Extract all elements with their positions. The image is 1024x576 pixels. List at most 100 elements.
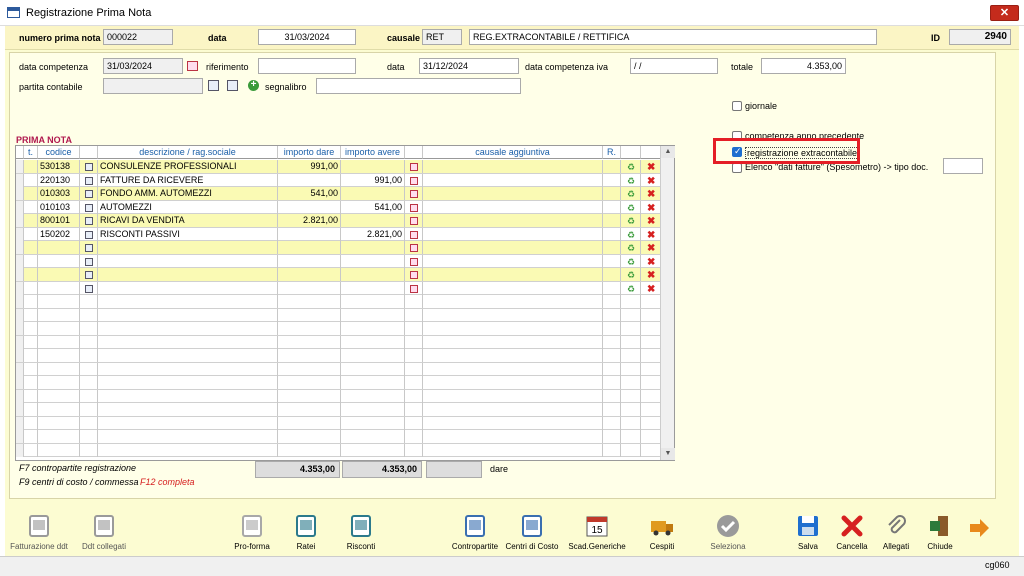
grid-cell[interactable] — [278, 200, 341, 214]
grid-cell[interactable] — [603, 281, 621, 295]
table-row[interactable] — [16, 416, 661, 430]
grid-cell[interactable] — [603, 322, 621, 335]
delete-row-icon[interactable]: ✖ — [647, 203, 655, 213]
table-row[interactable] — [16, 322, 661, 336]
table-row[interactable]: 010103 AUTOMEZZI 541,00 ♻ ✖ — [16, 200, 661, 214]
grid-cell[interactable] — [24, 173, 38, 187]
grid-header-2[interactable]: codice — [38, 146, 80, 159]
grid-cell[interactable] — [423, 295, 603, 308]
grid-scrollbar[interactable]: ▲ ▼ — [660, 146, 675, 460]
grid-cell[interactable] — [341, 416, 405, 430]
data-competenza-iva-field[interactable]: / / — [630, 58, 718, 74]
grid-header-7[interactable] — [405, 146, 423, 159]
row-causale-icon[interactable] — [410, 190, 418, 198]
recycle-icon[interactable]: ♻ — [627, 217, 635, 226]
grid-cell[interactable] — [341, 362, 405, 376]
grid-cell[interactable] — [603, 416, 621, 430]
grid-cell[interactable] — [423, 281, 603, 295]
table-row[interactable]: 800101 RICAVI DA VENDITA 2.821,00 ♻ ✖ — [16, 214, 661, 228]
grid-cell[interactable]: CONSULENZE PROFESSIONALI — [98, 160, 278, 173]
recycle-icon[interactable]: ♻ — [627, 203, 635, 212]
table-row[interactable] — [16, 349, 661, 363]
grid-cell[interactable] — [278, 281, 341, 295]
grid-cell[interactable] — [341, 160, 405, 173]
grid-cell[interactable] — [405, 295, 423, 308]
grid-cell[interactable] — [621, 322, 641, 335]
delete-row-icon[interactable]: ✖ — [647, 217, 655, 227]
grid-cell[interactable] — [38, 416, 80, 430]
delete-row-icon[interactable]: ✖ — [647, 176, 655, 186]
row-causale-icon[interactable] — [410, 217, 418, 225]
grid-cell[interactable] — [423, 254, 603, 268]
grid-cell[interactable] — [24, 214, 38, 227]
grid-cell[interactable] — [341, 241, 405, 254]
grid-cell[interactable] — [341, 322, 405, 335]
grid-cell[interactable] — [603, 308, 621, 322]
grid-cell[interactable] — [98, 241, 278, 254]
table-row[interactable] — [16, 389, 661, 403]
table-row[interactable] — [16, 362, 661, 376]
grid-cell[interactable] — [621, 430, 641, 443]
recycle-icon[interactable]: ♻ — [627, 230, 635, 239]
grid-cell[interactable] — [621, 362, 641, 376]
row-detail-icon[interactable] — [85, 190, 93, 198]
grid-header-10[interactable] — [621, 146, 641, 159]
grid-cell[interactable] — [423, 308, 603, 322]
grid-cell[interactable] — [38, 443, 80, 457]
grid-cell[interactable] — [278, 308, 341, 322]
numero-field[interactable]: 000022 — [103, 29, 173, 45]
grid-cell[interactable] — [80, 376, 98, 389]
grid-cell[interactable] — [641, 322, 661, 335]
grid-cell[interactable] — [38, 430, 80, 443]
grid-cell[interactable] — [341, 443, 405, 457]
grid-cell[interactable] — [98, 254, 278, 268]
grid-cell[interactable] — [80, 416, 98, 430]
row-detail-icon[interactable] — [85, 284, 93, 293]
table-row[interactable]: 220130 FATTURE DA RICEVERE 991,00 ♻ ✖ — [16, 173, 661, 187]
grid-cell[interactable] — [641, 389, 661, 403]
row-detail-icon[interactable] — [85, 217, 93, 225]
grid-cell[interactable] — [621, 349, 641, 362]
delete-row-icon[interactable]: ✖ — [647, 190, 655, 200]
grid-cell[interactable] — [24, 389, 38, 403]
grid-cell[interactable] — [24, 254, 38, 268]
grid-cell[interactable] — [641, 376, 661, 389]
grid-cell[interactable] — [405, 430, 423, 443]
giornale-checkbox[interactable] — [732, 101, 742, 111]
grid-cell[interactable] — [405, 322, 423, 335]
grid-header-11[interactable] — [641, 146, 661, 159]
partita-field[interactable] — [103, 78, 203, 94]
toolbar-button-13[interactable]: Chiude — [905, 542, 975, 551]
delete-row-icon[interactable]: ✖ — [647, 257, 655, 267]
grid-cell[interactable] — [80, 443, 98, 457]
grid-cell[interactable] — [405, 308, 423, 322]
recycle-icon[interactable]: ♻ — [627, 244, 635, 253]
grid-cell[interactable] — [423, 349, 603, 362]
table-row[interactable] — [16, 376, 661, 390]
grid-cell[interactable] — [38, 295, 80, 308]
grid-cell[interactable] — [341, 389, 405, 403]
grid-cell[interactable] — [621, 376, 641, 389]
grid-header-0[interactable] — [16, 146, 24, 159]
grid-cell[interactable] — [98, 376, 278, 389]
row-causale-icon[interactable] — [410, 284, 418, 293]
grid-cell[interactable] — [603, 403, 621, 416]
grid-cell[interactable] — [98, 403, 278, 416]
grid-cell[interactable] — [621, 403, 641, 416]
grid-cell[interactable] — [341, 214, 405, 227]
grid-cell[interactable] — [278, 254, 341, 268]
grid-cell[interactable] — [341, 254, 405, 268]
grid-cell[interactable] — [603, 241, 621, 254]
grid-cell[interactable] — [98, 443, 278, 457]
row-causale-icon[interactable] — [410, 203, 418, 212]
grid-cell[interactable] — [603, 187, 621, 200]
grid-cell[interactable] — [603, 160, 621, 173]
grid-cell[interactable] — [423, 227, 603, 241]
toolbar-button-1[interactable]: Ddt collegati — [69, 542, 139, 551]
grid-cell[interactable] — [341, 308, 405, 322]
grid-cell[interactable] — [278, 349, 341, 362]
grid-cell[interactable]: 991,00 — [278, 160, 341, 173]
grid-cell[interactable]: 530138 — [38, 160, 80, 173]
grid-header-8[interactable]: causale aggiuntiva — [423, 146, 603, 159]
grid-header-6[interactable]: importo avere — [341, 146, 405, 159]
